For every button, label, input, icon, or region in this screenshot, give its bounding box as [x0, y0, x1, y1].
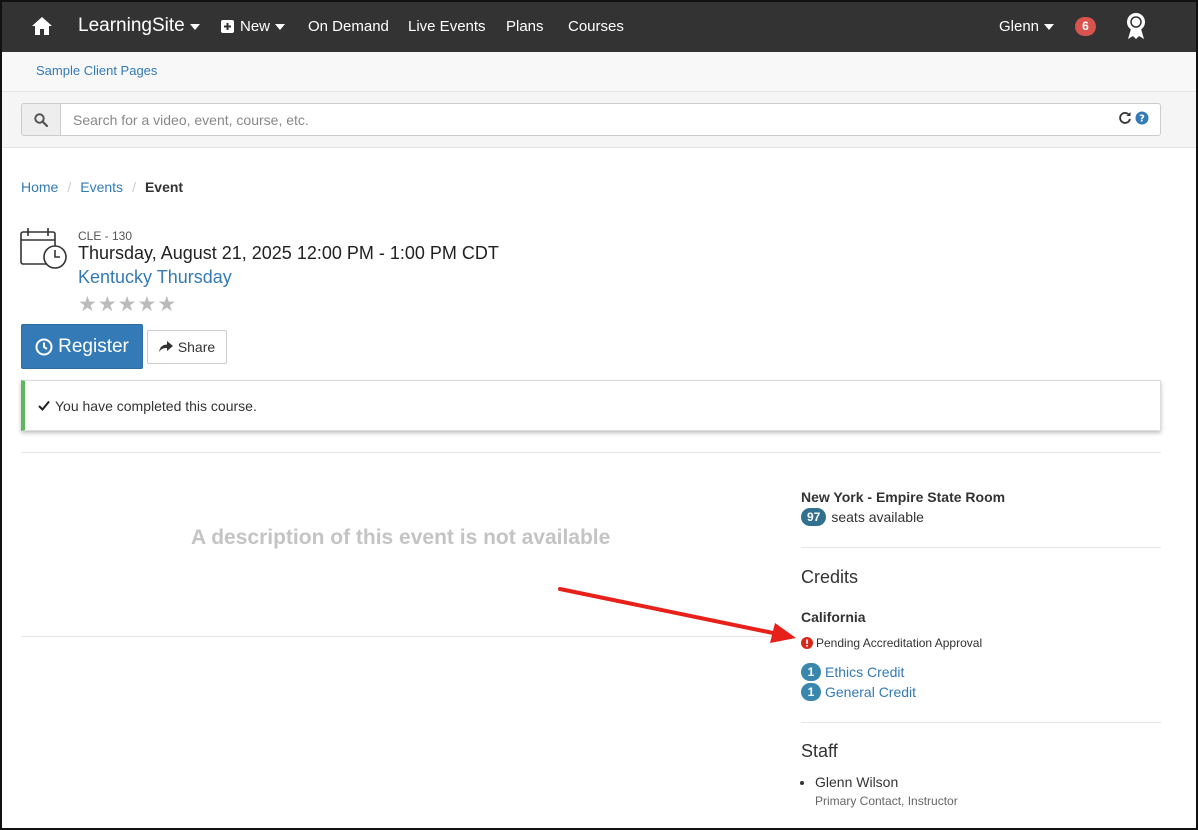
nav-live-events[interactable]: Live Events	[408, 0, 486, 52]
nav-plans[interactable]: Plans	[506, 0, 544, 52]
search-input[interactable]	[60, 103, 1161, 136]
svg-text:?: ?	[1139, 114, 1145, 125]
star-icon[interactable]: ★	[157, 293, 177, 316]
brand-menu[interactable]: LearningSite	[78, 0, 200, 52]
event-date: Thursday, August 21, 2025 12:00 PM - 1:0…	[78, 243, 499, 263]
star-icon[interactable]: ★	[137, 293, 157, 316]
breadcrumb-separator: /	[67, 179, 72, 195]
staff-member-role: Primary Contact, Instructor	[815, 794, 958, 808]
sample-client-pages-link[interactable]: Sample Client Pages	[36, 63, 157, 78]
staff-list: Glenn Wilson	[801, 774, 898, 790]
notifications-button[interactable]: 6	[1075, 0, 1096, 52]
share-arrow-icon	[158, 341, 173, 352]
credit-state: California	[801, 609, 866, 625]
breadcrumb-events[interactable]: Events	[80, 179, 123, 195]
top-navbar: LearningSite New On Demand Live Events P…	[0, 0, 1198, 52]
user-menu[interactable]: Glenn	[999, 0, 1055, 52]
no-description-text: A description of this event is not avail…	[191, 526, 611, 549]
new-label: New	[240, 17, 271, 35]
user-name: Glenn	[999, 17, 1040, 35]
event-code: CLE - 130	[78, 229, 133, 243]
accreditation-status: Pending Accreditation Approval	[801, 636, 982, 650]
share-button[interactable]: Share	[147, 330, 227, 364]
credit-item-general: 1 General Credit	[801, 683, 916, 701]
calendar-clock-icon	[20, 227, 68, 276]
credit-item-ethics: 1 Ethics Credit	[801, 663, 904, 681]
credit-count-badge: 1	[801, 683, 821, 701]
help-icon[interactable]: ?	[1135, 111, 1149, 125]
credit-count-badge: 1	[801, 663, 821, 681]
register-label: Register	[58, 335, 129, 357]
share-label: Share	[177, 339, 216, 355]
nav-on-demand[interactable]: On Demand	[308, 0, 389, 52]
new-menu[interactable]: New	[221, 0, 286, 52]
seats-label: seats available	[831, 509, 924, 525]
credits-heading: Credits	[801, 567, 859, 587]
breadcrumb-current: Event	[144, 179, 184, 195]
nav-courses[interactable]: Courses	[568, 0, 624, 52]
ethics-credit-link[interactable]: Ethics Credit	[825, 664, 904, 680]
star-icon[interactable]: ★	[98, 293, 118, 316]
seats-count-badge: 97	[801, 508, 827, 526]
alert-circle-icon	[801, 637, 813, 649]
star-icon[interactable]: ★	[118, 293, 138, 316]
staff-member-name: Glenn Wilson	[815, 774, 898, 790]
breadcrumb-home[interactable]: Home	[21, 179, 58, 195]
event-location: New York - Empire State Room	[801, 489, 1006, 505]
search-icon[interactable]	[21, 103, 61, 136]
divider	[801, 722, 1161, 723]
award-icon[interactable]	[1125, 0, 1147, 52]
breadcrumb-separator: /	[132, 179, 136, 195]
divider	[21, 636, 781, 637]
completion-message: You have completed this course.	[55, 397, 257, 414]
seats-available: 97 seats available	[801, 508, 924, 526]
home-icon[interactable]	[31, 0, 53, 52]
refresh-icon[interactable]	[1118, 111, 1132, 125]
divider	[801, 547, 1161, 548]
staff-heading: Staff	[801, 741, 838, 761]
search-bar: ?	[2, 92, 1196, 148]
notification-badge: 6	[1075, 16, 1096, 36]
divider	[21, 452, 1161, 453]
star-icon[interactable]: ★	[78, 293, 98, 316]
checkmark-icon	[38, 400, 50, 411]
register-button[interactable]: Register	[21, 324, 143, 369]
chevron-down-icon	[189, 24, 200, 30]
event-title[interactable]: Kentucky Thursday	[78, 267, 232, 288]
clock-icon	[35, 338, 53, 355]
completion-alert: You have completed this course.	[21, 380, 1161, 431]
brand-label: LearningSite	[78, 15, 185, 36]
chevron-down-icon	[1044, 24, 1055, 30]
accreditation-status-text: Pending Accreditation Approval	[816, 636, 983, 650]
general-credit-link[interactable]: General Credit	[825, 684, 916, 700]
star-rating: ★★★★★	[78, 292, 177, 317]
sub-navbar: Sample Client Pages	[2, 52, 1196, 92]
breadcrumb: Home / Events / Event	[21, 179, 183, 195]
plus-square-icon	[221, 19, 234, 33]
chevron-down-icon	[275, 24, 286, 30]
